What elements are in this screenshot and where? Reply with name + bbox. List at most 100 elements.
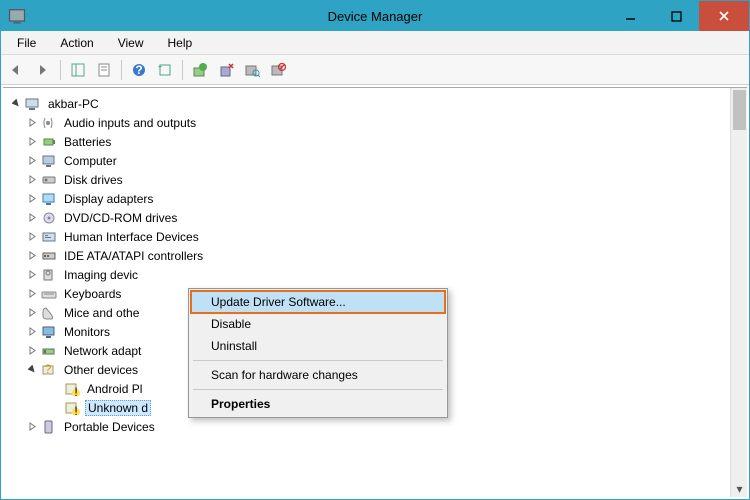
svg-text:!: ! xyxy=(74,385,77,396)
category-icon xyxy=(40,324,58,340)
vertical-scrollbar[interactable]: ▴ ▾ xyxy=(730,88,747,497)
tree-root-label: akbar-PC xyxy=(46,97,101,111)
ctx-uninstall[interactable]: Uninstall xyxy=(191,335,445,357)
tree-item-label: Monitors xyxy=(62,325,112,339)
expander-closed-icon[interactable] xyxy=(25,287,39,301)
tree-item-label: Audio inputs and outputs xyxy=(62,116,198,130)
refresh-button[interactable] xyxy=(153,58,177,82)
show-hide-console-tree-button[interactable] xyxy=(66,58,90,82)
tree-item-label: Keyboards xyxy=(62,287,123,301)
maximize-button[interactable] xyxy=(653,1,699,31)
menubar: File Action View Help xyxy=(1,31,749,55)
tree-category[interactable]: Display adapters xyxy=(25,189,726,208)
tree-item-label: Human Interface Devices xyxy=(62,230,201,244)
menu-file[interactable]: File xyxy=(7,34,46,52)
category-icon xyxy=(40,286,58,302)
tree-item-label: IDE ATA/ATAPI controllers xyxy=(62,249,205,263)
tree-item-label: Imaging devic xyxy=(62,268,140,282)
expander-closed-icon[interactable] xyxy=(25,116,39,130)
tree-item-label: Disk drives xyxy=(62,173,125,187)
expander-closed-icon[interactable] xyxy=(25,325,39,339)
expander-closed-icon[interactable] xyxy=(25,249,39,263)
tree-category[interactable]: DVD/CD-ROM drives xyxy=(25,208,726,227)
category-icon xyxy=(40,153,58,169)
scroll-down-icon[interactable]: ▾ xyxy=(731,480,747,497)
expander-closed-icon[interactable] xyxy=(25,192,39,206)
category-icon xyxy=(40,115,58,131)
content-area: akbar-PC Audio inputs and outputs Batteri… xyxy=(3,87,747,497)
category-icon xyxy=(40,248,58,264)
minimize-button[interactable] xyxy=(607,1,653,31)
toolbar-separator xyxy=(60,60,61,80)
category-icon xyxy=(40,229,58,245)
tree-item-label: Mice and othe xyxy=(62,306,141,320)
ctx-properties[interactable]: Properties xyxy=(191,393,445,415)
tree-item-label: Batteries xyxy=(62,135,113,149)
window-title: Device Manager xyxy=(328,9,423,24)
svg-text:?: ? xyxy=(45,363,52,376)
expander-closed-icon[interactable] xyxy=(25,344,39,358)
expander-closed-icon[interactable] xyxy=(25,173,39,187)
tree-item-label: Other devices xyxy=(62,363,140,377)
tree-category[interactable]: Batteries xyxy=(25,132,726,151)
context-menu: Update Driver Software... Disable Uninst… xyxy=(188,288,448,418)
tree-item-label: Computer xyxy=(62,154,119,168)
tree-category[interactable]: Disk drives xyxy=(25,170,726,189)
expander-open-icon[interactable] xyxy=(25,363,39,377)
portable-device-icon xyxy=(40,419,58,435)
tree-category[interactable]: Human Interface Devices xyxy=(25,227,726,246)
uninstall-toolbar-button[interactable] xyxy=(214,58,238,82)
ctx-disable[interactable]: Disable xyxy=(191,313,445,335)
tree-item-label: Unknown d xyxy=(85,400,151,416)
back-button[interactable] xyxy=(5,58,29,82)
expander-closed-icon[interactable] xyxy=(25,211,39,225)
category-icon xyxy=(40,191,58,207)
tree-category[interactable]: Audio inputs and outputs xyxy=(25,113,726,132)
category-icon xyxy=(40,210,58,226)
tree-category-portable-devices[interactable]: Portable Devices xyxy=(25,417,726,436)
close-button[interactable] xyxy=(699,1,749,31)
tree-category[interactable]: Computer xyxy=(25,151,726,170)
expander-closed-icon[interactable] xyxy=(25,135,39,149)
ctx-separator xyxy=(193,389,443,390)
svg-text:!: ! xyxy=(74,404,77,415)
menu-view[interactable]: View xyxy=(108,34,154,52)
disable-toolbar-button[interactable] xyxy=(266,58,290,82)
ctx-separator xyxy=(193,360,443,361)
tree-item-label: Android Pl xyxy=(85,382,144,396)
tree-item-label: Display adapters xyxy=(62,192,155,206)
device-manager-window: Device Manager File Action View Help ? xyxy=(0,0,750,500)
toolbar: ? xyxy=(1,55,749,85)
properties-button[interactable] xyxy=(92,58,116,82)
menu-help[interactable]: Help xyxy=(158,34,203,52)
expander-closed-icon[interactable] xyxy=(25,306,39,320)
help-button[interactable]: ? xyxy=(127,58,151,82)
expander-open-icon[interactable] xyxy=(9,97,23,111)
category-icon xyxy=(40,134,58,150)
category-icon xyxy=(40,343,58,359)
ctx-update-driver[interactable]: Update Driver Software... xyxy=(191,291,445,313)
unknown-device-icon: ! xyxy=(63,381,81,397)
other-devices-icon: ? xyxy=(40,362,58,378)
toolbar-separator xyxy=(182,60,183,80)
scan-hardware-toolbar-button[interactable] xyxy=(240,58,264,82)
window-controls xyxy=(607,1,749,31)
tree-item-label: DVD/CD-ROM drives xyxy=(62,211,179,225)
svg-text:?: ? xyxy=(135,63,142,77)
tree-category[interactable]: Imaging devic xyxy=(25,265,726,284)
titlebar[interactable]: Device Manager xyxy=(1,1,749,31)
category-icon xyxy=(40,267,58,283)
update-driver-toolbar-button[interactable] xyxy=(188,58,212,82)
expander-closed-icon[interactable] xyxy=(25,268,39,282)
expander-closed-icon[interactable] xyxy=(25,420,39,434)
ctx-scan-hardware[interactable]: Scan for hardware changes xyxy=(191,364,445,386)
tree-category[interactable]: IDE ATA/ATAPI controllers xyxy=(25,246,726,265)
computer-icon xyxy=(24,96,42,112)
expander-closed-icon[interactable] xyxy=(25,230,39,244)
forward-button[interactable] xyxy=(31,58,55,82)
expander-closed-icon[interactable] xyxy=(25,154,39,168)
menu-action[interactable]: Action xyxy=(50,34,103,52)
tree-root[interactable]: akbar-PC xyxy=(7,94,726,113)
scroll-thumb[interactable] xyxy=(733,90,746,130)
app-icon xyxy=(7,6,27,26)
